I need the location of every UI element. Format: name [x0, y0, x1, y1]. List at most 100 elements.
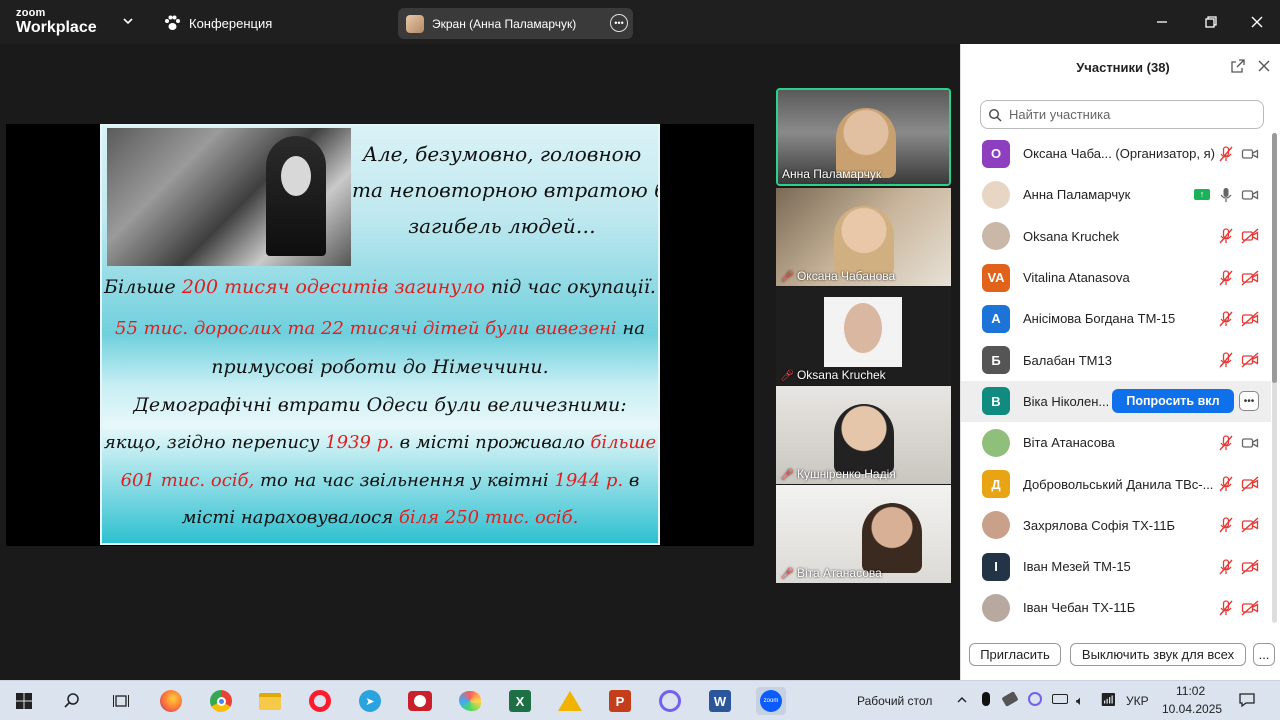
slide-heading-2: та неповторною втратою була [352, 178, 658, 202]
camera-off-icon[interactable] [1241, 269, 1259, 287]
camera-off-icon[interactable] [1241, 475, 1259, 493]
participant-row[interactable]: А Анісімова Богдана ТМ-15 [961, 298, 1271, 339]
participant-row[interactable]: Віта Атанасова [961, 422, 1271, 463]
excel-icon[interactable]: X [506, 687, 534, 715]
clock-date[interactable]: 10.04.2025 [1162, 702, 1222, 716]
avatar [824, 297, 902, 367]
powerpoint-icon[interactable]: P [606, 687, 634, 715]
avatar: Б [982, 346, 1010, 375]
share-label: Экран (Анна Паламарчук) [432, 16, 577, 31]
microphone-muted-icon[interactable] [1217, 558, 1235, 576]
participant-name: Віта Атанасова [1023, 435, 1115, 451]
camera-off-icon[interactable] [1241, 599, 1259, 617]
close-window-icon[interactable] [1245, 10, 1269, 34]
app-icon[interactable] [406, 687, 434, 715]
slide-line-4: Демографічні втрати Одеси були величезни… [133, 394, 627, 416]
camera-off-icon[interactable] [1241, 558, 1259, 576]
search-input[interactable] [980, 100, 1264, 129]
desktop-label[interactable]: Рабочий стол [857, 694, 932, 708]
participant-name: Балабан ТМ13 [1023, 352, 1112, 368]
meeting-label: Конференция [189, 15, 273, 31]
video-tile[interactable]: 🎤︎ Віта Атанасова [776, 485, 951, 583]
telegram-icon[interactable]: ➤ [356, 687, 384, 715]
video-tile[interactable]: Анна Паламарчук [776, 88, 951, 186]
camera-icon[interactable] [1241, 434, 1259, 452]
zoom-taskbar-icon[interactable]: zoom [756, 687, 786, 715]
more-options-button[interactable]: ... [1253, 643, 1275, 666]
firefox-icon[interactable] [157, 687, 185, 715]
wifi-icon[interactable]: 📶︎ [1100, 692, 1117, 708]
viber-tray-icon[interactable] [1028, 692, 1042, 706]
battery-icon[interactable] [1052, 694, 1068, 704]
scrollbar-thumb[interactable] [1272, 133, 1277, 383]
chevron-down-icon[interactable] [119, 12, 137, 30]
mic-muted-icon: 🎤︎ [780, 468, 794, 481]
participant-more-button[interactable]: ••• [1239, 391, 1259, 412]
participants-list: O Оксана Чаба... (Организатор, я) Анна Пал… [961, 133, 1271, 629]
invite-button[interactable]: Пригласить [969, 643, 1061, 666]
participant-name: Захрялова Софія ТХ-11Б [1023, 517, 1176, 533]
notifications-icon[interactable] [1238, 691, 1256, 709]
microphone-muted-icon[interactable] [1217, 310, 1235, 328]
windows-start-icon[interactable] [10, 687, 38, 715]
microphone-muted-icon[interactable] [1217, 475, 1235, 493]
participant-row[interactable]: VA Vitalina Atanasova [961, 257, 1271, 298]
search-icon[interactable] [58, 687, 86, 715]
participant-row[interactable]: Анна Паламарчук ↑ [961, 174, 1271, 215]
microphone-muted-icon[interactable] [1217, 269, 1235, 287]
clock-time[interactable]: 11:02 [1176, 684, 1205, 698]
avatar: А [982, 304, 1010, 333]
share-indicator[interactable]: Экран (Анна Паламарчук) ••• [398, 8, 633, 39]
slide-line-1: Більше 200 тисяч одеситів загинуло під ч… [104, 276, 656, 298]
participant-row[interactable]: O Оксана Чаба... (Организатор, я) [961, 133, 1271, 174]
video-tile[interactable]: 🎤︎ Кушніренко Надія [776, 386, 951, 484]
camera-icon[interactable] [1241, 145, 1259, 163]
participant-row[interactable]: І Іван Мезей ТМ-15 [961, 546, 1271, 587]
microphone-icon[interactable] [982, 692, 990, 706]
participant-name: Анна Паламарчук [1023, 187, 1131, 203]
restore-icon[interactable] [1199, 10, 1223, 34]
camera-off-icon[interactable] [1241, 351, 1259, 369]
participant-row[interactable]: В Віка Ніколен... Попросить вкл ••• [961, 380, 1271, 423]
microphone-muted-icon[interactable] [1217, 516, 1235, 534]
participant-row[interactable]: Oksana Kruchek [961, 216, 1271, 257]
meeting-info-button[interactable]: Конференция [163, 12, 272, 34]
microphone-muted-icon[interactable] [1217, 351, 1235, 369]
microphone-muted-icon[interactable] [1217, 227, 1235, 245]
participant-row[interactable]: Д Добровольський Данила ТВс-... [961, 463, 1271, 504]
chrome-icon[interactable] [207, 687, 235, 715]
close-icon[interactable] [1256, 58, 1272, 74]
task-view-icon[interactable] [107, 687, 135, 715]
archive-icon[interactable] [556, 687, 584, 715]
video-tile[interactable]: 🎤︎ Оксана Чабанова [776, 188, 951, 286]
camera-off-icon[interactable] [1241, 516, 1259, 534]
minimize-icon[interactable] [1150, 10, 1174, 34]
chevron-up-icon[interactable] [955, 693, 969, 707]
video-tile[interactable]: 🎤︎ Oksana Kruchek [776, 287, 951, 385]
opera-icon[interactable] [306, 687, 334, 715]
video-name: 🎤︎ Oksana Kruchek [780, 368, 886, 382]
popout-icon[interactable] [1230, 58, 1246, 74]
language-indicator[interactable]: УКР [1126, 694, 1149, 708]
mute-all-button[interactable]: Выключить звук для всех [1070, 643, 1246, 666]
more-icon[interactable]: ••• [610, 14, 628, 32]
participant-name: Оксана Чаба... (Организатор, я) [1023, 146, 1215, 162]
paint-icon[interactable] [456, 687, 484, 715]
participant-row[interactable]: Іван Чебан ТХ-11Б [961, 587, 1271, 628]
participant-row[interactable]: Захрялова Софія ТХ-11Б [961, 505, 1271, 546]
viber-icon[interactable] [656, 687, 684, 715]
camera-off-icon[interactable] [1241, 227, 1259, 245]
microphone-muted-icon[interactable] [1217, 599, 1235, 617]
word-icon[interactable]: W [706, 687, 734, 715]
ask-to-unmute-button[interactable]: Попросить вкл [1112, 389, 1234, 414]
microphone-muted-icon[interactable] [1217, 434, 1235, 452]
camera-icon[interactable] [1241, 186, 1259, 204]
file-explorer-icon[interactable] [256, 687, 284, 715]
microphone-icon[interactable] [1217, 186, 1235, 204]
participant-name: Іван Мезей ТМ-15 [1023, 559, 1131, 575]
volume-icon[interactable]: 🔈︎ [1076, 693, 1084, 709]
microphone-muted-icon[interactable] [1217, 145, 1235, 163]
camera-off-icon[interactable] [1241, 310, 1259, 328]
participant-row[interactable]: Б Балабан ТМ13 [961, 339, 1271, 380]
pen-icon[interactable] [1001, 691, 1019, 707]
